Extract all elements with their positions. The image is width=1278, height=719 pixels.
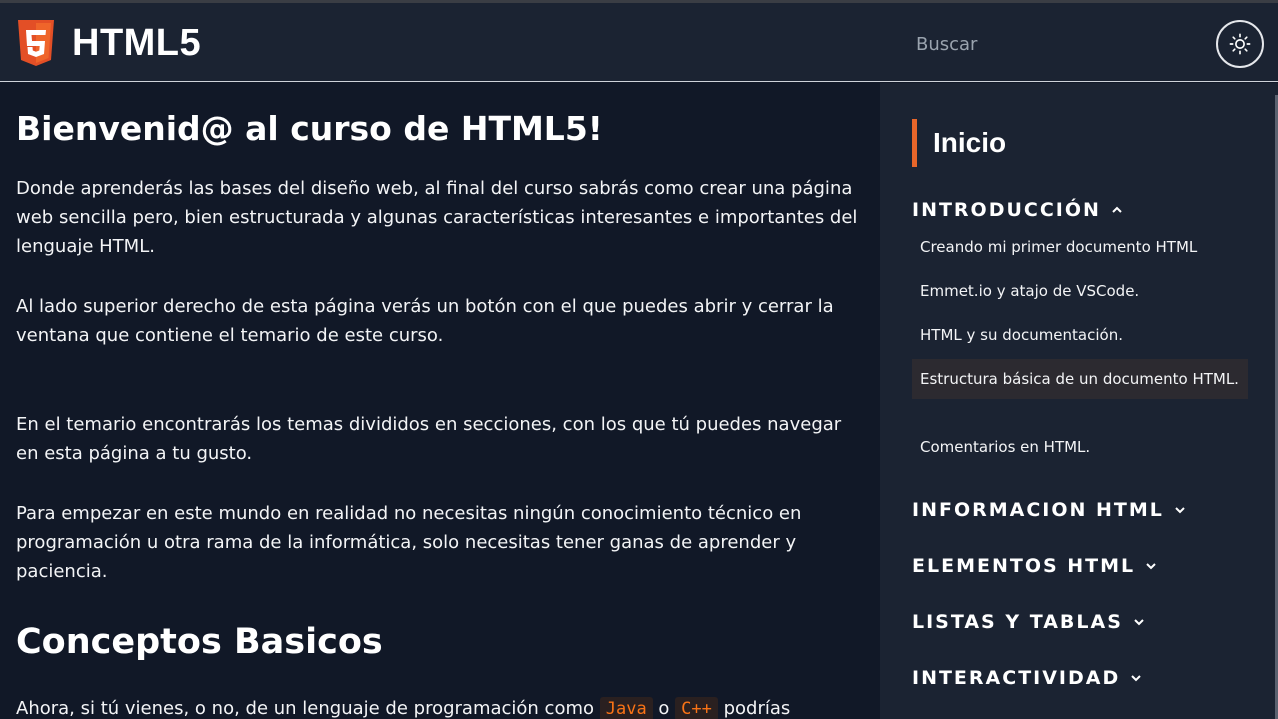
sidebar-section-listas-tablas[interactable]: LISTAS Y TABLAS (912, 611, 1145, 633)
paragraph-text: o (652, 698, 676, 719)
site-title[interactable]: HTML5 (72, 21, 201, 65)
sidebar-section-interactividad[interactable]: INTERACTIVIDAD (912, 667, 1142, 689)
code-java: Java (599, 697, 653, 719)
paragraph-text: podrías (717, 698, 791, 719)
section-heading: Conceptos Basicos (16, 622, 383, 662)
sidebar-section-elementos-html[interactable]: ELEMENTOS HTML (912, 555, 1157, 577)
paragraph: Ahora, si tú vienes, o no, de un lenguaj… (16, 694, 866, 719)
section-label: INFORMACION HTML (912, 499, 1164, 521)
section-label: ELEMENTOS HTML (912, 555, 1136, 577)
course-sidebar: Inicio INTRODUCCIÓN Creando mi primer do… (880, 83, 1278, 719)
sidebar-section-introduccion[interactable]: INTRODUCCIÓN (912, 199, 1123, 221)
paragraph: En el temario encontrarás los temas divi… (16, 414, 842, 464)
paragraph-text: Ahora, si tú vienes, o no, de un lenguaj… (16, 698, 600, 719)
sun-icon (1229, 33, 1251, 55)
chevron-down-icon (1146, 563, 1156, 570)
chevron-down-icon (1175, 507, 1185, 514)
paragraph: Al lado superior derecho de esta página … (16, 296, 834, 346)
chevron-down-icon (1131, 675, 1141, 682)
site-header: HTML5 (0, 3, 1278, 82)
theme-toggle-button[interactable] (1216, 20, 1264, 68)
main-content: Bienvenid@ al curso de HTML5! Donde apre… (0, 83, 880, 719)
sidebar-item-creando-documento[interactable]: Creando mi primer documento HTML (912, 235, 1248, 259)
sidebar-item-html-documentacion[interactable]: HTML y su documentación. (912, 323, 1248, 347)
search-input[interactable] (916, 29, 1176, 59)
sidebar-item-comentarios[interactable]: Comentarios en HTML. (912, 435, 1248, 459)
html5-logo-icon[interactable] (16, 20, 56, 66)
section-label: INTRODUCCIÓN (912, 199, 1101, 221)
paragraph: Donde aprenderás las bases del diseño we… (16, 178, 858, 257)
chevron-up-icon (1112, 206, 1122, 213)
sidebar-item-emmet[interactable]: Emmet.io y atajo de VSCode. (912, 279, 1248, 303)
sidebar-section-informacion-html[interactable]: INFORMACION HTML (912, 499, 1186, 521)
section-label: LISTAS Y TABLAS (912, 611, 1123, 633)
page-title: Bienvenid@ al curso de HTML5! (16, 109, 603, 148)
chevron-down-icon (1134, 619, 1144, 626)
section-label: INTERACTIVIDAD (912, 667, 1121, 689)
sidebar-item-estructura-basica[interactable]: Estructura básica de un documento HTML. (912, 359, 1248, 399)
paragraph: Para empezar en este mundo en realidad n… (16, 503, 802, 582)
code-cpp: C++ (675, 697, 718, 719)
sidebar-inicio-link[interactable]: Inicio (912, 119, 1006, 167)
